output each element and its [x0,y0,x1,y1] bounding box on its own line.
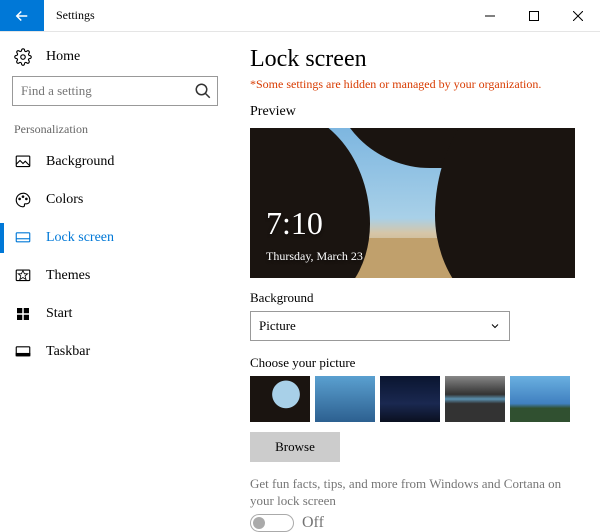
picture-thumb[interactable] [315,376,375,422]
lock-screen-preview: 7:10 Thursday, March 23 [250,128,575,278]
choose-picture-label: Choose your picture [250,355,580,371]
sidebar-home-label: Home [46,49,80,65]
browse-button[interactable]: Browse [250,432,340,462]
body: Home Personalization Background Colors [0,32,600,532]
background-select[interactable]: Picture [250,311,510,341]
search-icon [194,82,212,100]
sidebar-item-background[interactable]: Background [0,143,230,181]
themes-icon [14,267,32,285]
picture-thumb[interactable] [380,376,440,422]
close-icon [573,11,583,21]
maximize-button[interactable] [512,0,556,31]
picture-thumbnails [250,376,580,422]
gear-icon [14,48,32,66]
sidebar-item-label: Themes [46,268,90,284]
search-container [12,76,218,106]
sidebar: Home Personalization Background Colors [0,32,230,532]
sidebar-item-start[interactable]: Start [0,295,230,333]
picture-thumb[interactable] [250,376,310,422]
titlebar: Settings [0,0,600,32]
settings-window: Settings Home [0,0,600,532]
main-content[interactable]: Lock screen *Some settings are hidden or… [230,32,600,532]
sidebar-item-label: Background [46,154,114,170]
preview-date: Thursday, March 23 [266,249,363,264]
taskbar-icon [14,343,32,361]
background-label: Background [250,290,580,306]
org-managed-message: *Some settings are hidden or managed by … [250,77,580,92]
sidebar-item-label: Start [46,306,72,322]
palette-icon [14,191,32,209]
sidebar-group-header: Personalization [0,118,230,143]
preview-label: Preview [250,104,580,120]
sidebar-item-themes[interactable]: Themes [0,257,230,295]
lock-screen-icon [14,229,32,247]
fun-facts-state: Off [302,514,324,532]
picture-thumb[interactable] [445,376,505,422]
page-title: Lock screen [250,46,580,73]
sidebar-nav: Background Colors Lock screen Themes Sta… [0,143,230,371]
maximize-icon [529,11,539,21]
back-button[interactable] [0,0,44,31]
sidebar-item-lock-screen[interactable]: Lock screen [0,219,230,257]
fun-facts-toggle-section: Get fun facts, tips, and more from Windo… [250,476,580,532]
chevron-down-icon [489,320,501,332]
preview-time: 7:10 [266,205,323,242]
picture-thumb[interactable] [510,376,570,422]
sidebar-item-taskbar[interactable]: Taskbar [0,333,230,371]
sidebar-item-label: Lock screen [46,230,114,246]
window-controls [468,0,600,31]
arrow-left-icon [13,7,31,25]
start-icon [14,305,32,323]
window-title: Settings [44,0,107,31]
background-value: Picture [259,318,296,334]
picture-icon [14,153,32,171]
sidebar-item-label: Colors [46,192,83,208]
minimize-icon [485,11,495,21]
fun-facts-label: Get fun facts, tips, and more from Windo… [250,476,580,510]
sidebar-item-label: Taskbar [46,344,90,360]
search-input[interactable] [12,76,218,106]
close-button[interactable] [556,0,600,31]
fun-facts-toggle[interactable] [250,514,294,532]
sidebar-item-colors[interactable]: Colors [0,181,230,219]
sidebar-home[interactable]: Home [0,42,230,76]
minimize-button[interactable] [468,0,512,31]
